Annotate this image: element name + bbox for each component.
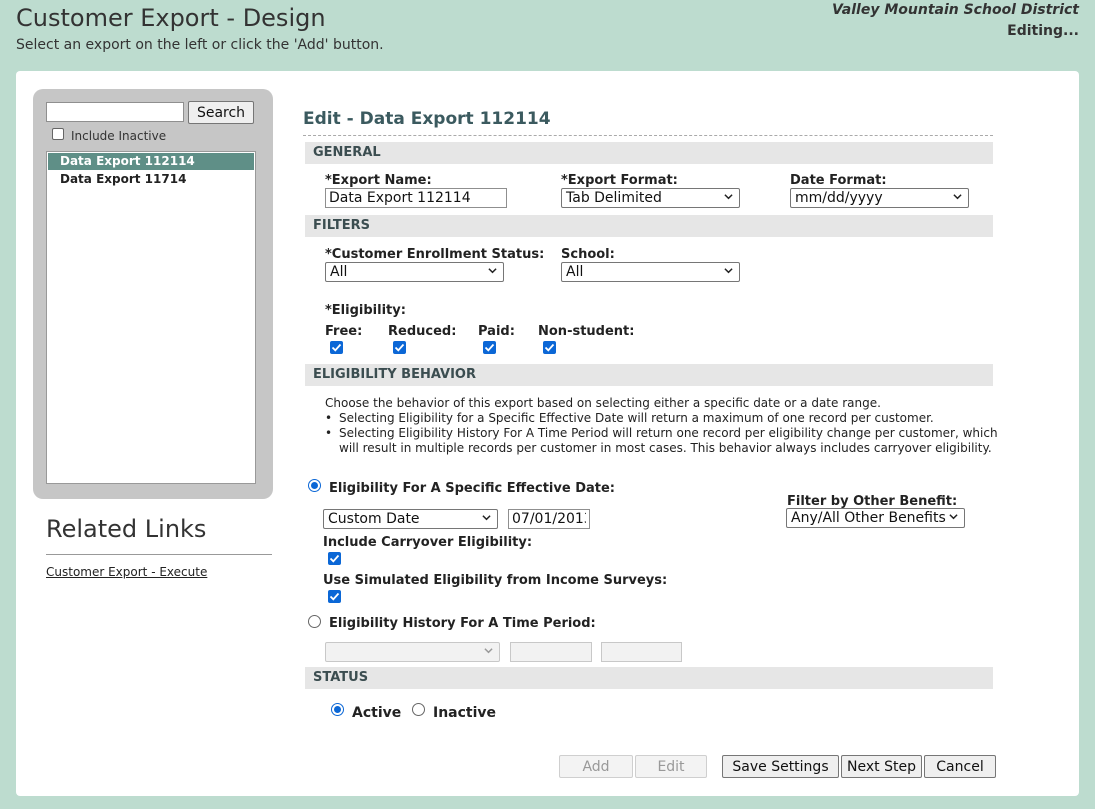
- school-label: School:: [561, 247, 615, 262]
- history-end-field[interactable]: [601, 642, 682, 662]
- simulated-eligibility-checkbox[interactable]: [328, 590, 341, 603]
- chevron-down-icon: [484, 648, 493, 654]
- page-subtitle: Select an export on the left or click th…: [16, 37, 384, 53]
- eligibility-reduced-checkbox[interactable]: [393, 341, 406, 354]
- specific-date-label: Eligibility For A Specific Effective Dat…: [329, 481, 615, 496]
- enrollment-status-select[interactable]: All: [325, 262, 504, 282]
- cancel-button[interactable]: Cancel: [924, 755, 996, 778]
- checkmark-icon: [331, 343, 342, 352]
- behavior-bullet-text: Selecting Eligibility History For A Time…: [339, 426, 998, 455]
- effective-date-field[interactable]: [508, 509, 590, 529]
- eligibility-label: *Eligibility:: [325, 303, 406, 318]
- status-active-radio[interactable]: [331, 703, 344, 716]
- bullet-dot: •: [325, 426, 333, 440]
- carryover-label: Include Carryover Eligibility:: [323, 535, 533, 550]
- status-inactive-radio[interactable]: [412, 703, 425, 716]
- history-period-radio[interactable]: [308, 615, 321, 628]
- enrollment-status-value: All: [330, 264, 348, 280]
- page-title: Customer Export - Design: [16, 4, 326, 32]
- eligibility-free-label: Free:: [325, 324, 363, 339]
- other-benefit-label: Filter by Other Benefit:: [787, 494, 958, 509]
- chevron-down-icon: [724, 268, 733, 274]
- carryover-checkbox[interactable]: [328, 552, 341, 565]
- customer-export-execute-link[interactable]: Customer Export - Execute: [46, 565, 207, 579]
- export-name-label: *Export Name:: [325, 173, 432, 188]
- history-period-select[interactable]: [325, 642, 500, 662]
- behavior-bullet: • Selecting Eligibility for a Specific E…: [325, 411, 1005, 426]
- eligibility-nonstudent-checkbox[interactable]: [543, 341, 556, 354]
- date-format-label: Date Format:: [790, 173, 887, 188]
- search-button[interactable]: Search: [188, 101, 254, 124]
- status-active-label: Active: [352, 705, 402, 721]
- history-period-label: Eligibility History For A Time Period:: [329, 616, 596, 631]
- enrollment-status-label: *Customer Enrollment Status:: [325, 247, 545, 262]
- export-list[interactable]: Data Export 112114 Data Export 11714: [46, 151, 256, 484]
- chevron-down-icon: [949, 514, 958, 520]
- edit-button[interactable]: Edit: [635, 755, 707, 778]
- chevron-down-icon: [482, 515, 491, 521]
- eligibility-free-checkbox[interactable]: [330, 341, 343, 354]
- search-input[interactable]: [46, 102, 184, 122]
- school-value: All: [566, 264, 584, 280]
- history-start-field[interactable]: [510, 642, 592, 662]
- chevron-down-icon: [724, 194, 733, 200]
- next-step-button[interactable]: Next Step: [841, 755, 922, 778]
- save-settings-button[interactable]: Save Settings: [722, 755, 839, 778]
- date-format-value: mm/dd/yyyy: [795, 190, 883, 206]
- school-select[interactable]: All: [561, 262, 740, 282]
- date-type-value: Custom Date: [328, 511, 420, 527]
- chevron-down-icon: [953, 194, 962, 200]
- specific-date-radio[interactable]: [308, 479, 321, 492]
- behavior-bullet-text: Selecting Eligibility for a Specific Eff…: [339, 411, 934, 425]
- export-name-field[interactable]: [325, 188, 507, 208]
- eligibility-nonstudent-label: Non-student:: [538, 324, 635, 339]
- eligibility-paid-label: Paid:: [478, 324, 515, 339]
- status-inactive-label: Inactive: [433, 705, 497, 721]
- bullet-dot: •: [325, 411, 333, 425]
- include-inactive-label: Include Inactive: [71, 129, 167, 143]
- checkmark-icon: [329, 592, 340, 601]
- related-links-heading: Related Links: [46, 515, 207, 543]
- date-format-select[interactable]: mm/dd/yyyy: [790, 188, 969, 208]
- district-name: Valley Mountain School District: [832, 2, 1079, 18]
- checkmark-icon: [329, 554, 340, 563]
- chevron-down-icon: [488, 268, 497, 274]
- checkmark-icon: [544, 343, 555, 352]
- export-format-label: *Export Format:: [561, 173, 678, 188]
- eligibility-reduced-label: Reduced:: [388, 324, 457, 339]
- add-button[interactable]: Add: [559, 755, 633, 778]
- export-format-value: Tab Delimited: [566, 190, 662, 206]
- status-section-heading: STATUS: [305, 667, 993, 689]
- export-list-item[interactable]: Data Export 11714: [48, 171, 254, 188]
- eligibility-behavior-section-heading: ELIGIBILITY BEHAVIOR: [305, 364, 993, 386]
- behavior-description: Choose the behavior of this export based…: [325, 396, 881, 410]
- other-benefit-select[interactable]: Any/All Other Benefits: [786, 508, 965, 528]
- export-list-item-selected[interactable]: Data Export 112114: [48, 153, 254, 170]
- simulated-eligibility-label: Use Simulated Eligibility from Income Su…: [323, 573, 668, 588]
- divider: [46, 554, 272, 555]
- export-format-select[interactable]: Tab Delimited: [561, 188, 740, 208]
- checkmark-icon: [394, 343, 405, 352]
- checkmark-icon: [484, 343, 495, 352]
- include-inactive-checkbox[interactable]: [52, 128, 64, 140]
- behavior-bullet: • Selecting Eligibility History For A Ti…: [325, 426, 1005, 456]
- edit-form-title: Edit - Data Export 112114: [303, 109, 551, 129]
- eligibility-paid-checkbox[interactable]: [483, 341, 496, 354]
- divider: [303, 135, 993, 136]
- filters-section-heading: FILTERS: [305, 215, 993, 237]
- general-section-heading: GENERAL: [305, 142, 993, 164]
- editing-status: Editing...: [1007, 23, 1079, 39]
- date-type-select[interactable]: Custom Date: [323, 509, 498, 529]
- other-benefit-value: Any/All Other Benefits: [791, 510, 946, 526]
